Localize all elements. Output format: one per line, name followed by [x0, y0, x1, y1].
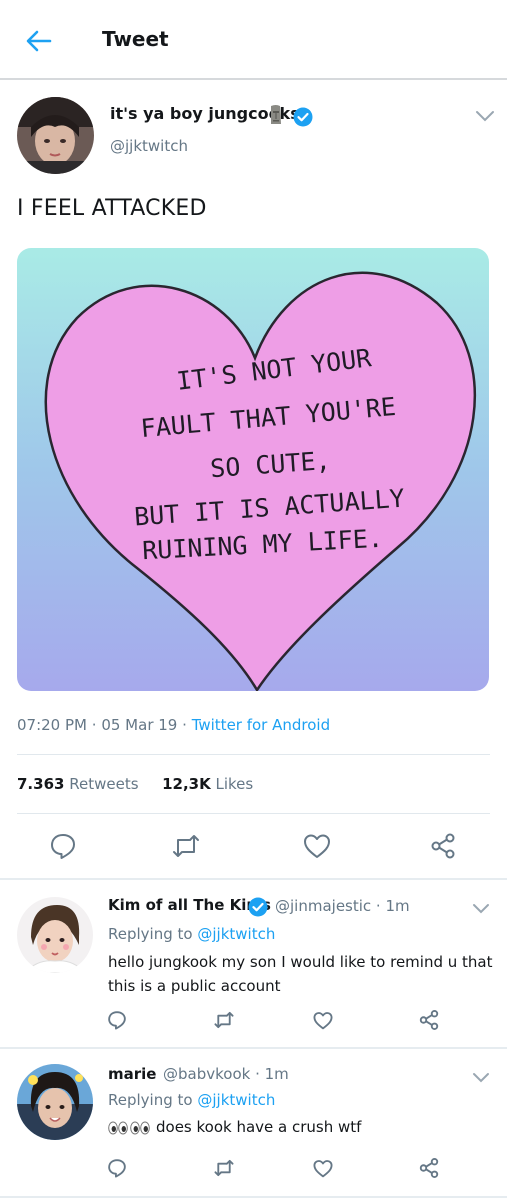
meta-separator: · [91, 716, 97, 734]
moai-emoji-icon [271, 105, 281, 124]
divider [17, 754, 490, 755]
chevron-down-icon[interactable] [472, 903, 490, 915]
reply-button[interactable] [105, 1156, 129, 1180]
retweet-icon [214, 1159, 234, 1177]
retweet-button[interactable] [170, 830, 202, 862]
reply-author-handle[interactable]: @babvkook · 1m [163, 1065, 289, 1083]
verified-badge-icon [248, 897, 268, 917]
reply-text-row: does kook have a crush wtf [108, 1115, 493, 1139]
section-divider [0, 1196, 507, 1198]
share-button[interactable] [417, 1008, 441, 1032]
divider [17, 813, 490, 814]
reply-icon [51, 834, 75, 859]
eyes-emoji-icon [108, 1121, 150, 1134]
tweet-author: it's ya boy jungcooks @jjktwitch [0, 90, 507, 180]
replying-to: Replying to @jjktwitch [108, 925, 276, 943]
author-handle[interactable]: @jjktwitch [110, 137, 188, 155]
reply-tweet[interactable]: marie @babvkook · 1m Replying to @jjktwi… [0, 1049, 507, 1200]
reply-icon [108, 1159, 126, 1178]
retweets-stat[interactable]: 7.363 Retweets [17, 775, 139, 793]
replying-to: Replying to @jjktwitch [108, 1091, 276, 1109]
meta-separator: · [182, 716, 187, 734]
share-icon [419, 1010, 439, 1030]
reply-author-handle[interactable]: @jinmajestic · 1m [275, 897, 410, 915]
page-title: Tweet [102, 27, 169, 51]
avatar[interactable] [17, 1064, 93, 1140]
reply-text: hello jungkook my son I would like to re… [108, 953, 493, 995]
retweet-icon [173, 835, 199, 857]
avatar[interactable] [17, 897, 93, 973]
like-icon [313, 1159, 333, 1177]
reply-text: does kook have a crush wtf [156, 1118, 362, 1136]
retweet-icon [214, 1011, 234, 1029]
reply-tweet[interactable]: Kim of all The Kims @jinmajestic · 1m Re… [0, 880, 507, 1047]
replying-to-link[interactable]: @jjktwitch [197, 925, 275, 943]
reply-icon [108, 1011, 126, 1030]
share-icon [431, 833, 455, 859]
chevron-down-icon[interactable] [474, 108, 496, 124]
tweet-text: I FEEL ATTACKED [17, 196, 207, 221]
share-button[interactable] [427, 830, 459, 862]
avatar[interactable] [17, 97, 94, 174]
share-icon [419, 1158, 439, 1178]
tweet-date: 05 Mar 19 [101, 716, 178, 734]
reply-button[interactable] [105, 1008, 129, 1032]
back-arrow-icon [26, 30, 52, 52]
chevron-down-icon[interactable] [472, 1072, 490, 1084]
tweet-stats: 7.363 Retweets 12,3K Likes [17, 775, 253, 793]
like-icon [313, 1011, 333, 1029]
tweet-image[interactable]: IT'S NOT YOUR FAULT THAT YOU'RE SO CUTE,… [17, 248, 489, 691]
tweet-time: 07:20 PM [17, 716, 87, 734]
reply-author-name[interactable]: marie [108, 1065, 156, 1083]
tweet-actions [0, 828, 507, 864]
like-button[interactable] [311, 1008, 335, 1032]
tweet-meta: 07:20 PM · 05 Mar 19 · Twitter for Andro… [17, 716, 330, 734]
verified-badge-icon [293, 107, 313, 127]
share-button[interactable] [417, 1156, 441, 1180]
retweet-button[interactable] [212, 1008, 236, 1032]
reply-button[interactable] [47, 830, 79, 862]
like-button[interactable] [301, 830, 333, 862]
like-icon [304, 834, 330, 858]
tweet-source-link[interactable]: Twitter for Android [192, 716, 330, 734]
retweet-button[interactable] [212, 1156, 236, 1180]
like-button[interactable] [311, 1156, 335, 1180]
reply-author-name[interactable]: Kim of all The Kims [108, 896, 271, 914]
replying-to-link[interactable]: @jjktwitch [197, 1091, 275, 1109]
back-button[interactable] [22, 24, 56, 58]
top-bar: Tweet [0, 0, 507, 80]
likes-stat[interactable]: 12,3K Likes [162, 775, 253, 793]
